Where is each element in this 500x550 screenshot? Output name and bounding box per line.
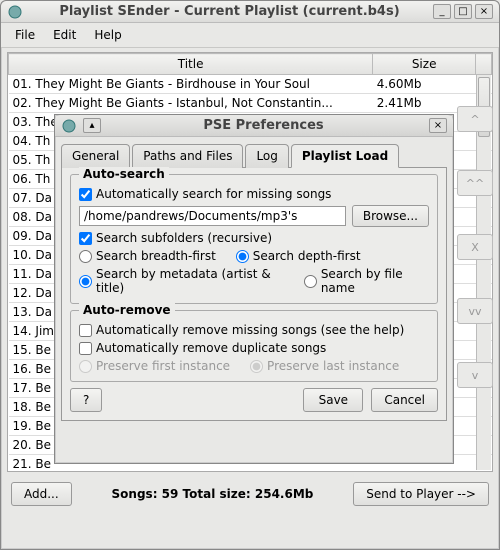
prefs-body: General Paths and Files Log Playlist Loa… xyxy=(55,137,453,427)
move-top-button[interactable]: ^ xyxy=(457,106,493,132)
save-button[interactable]: Save xyxy=(303,388,363,412)
close-button[interactable]: × xyxy=(475,4,493,19)
move-bottom-button[interactable]: v xyxy=(457,362,493,388)
send-button[interactable]: Send to Player --> xyxy=(353,482,489,506)
table-row[interactable]: 01. They Might Be Giants - Birdhouse in … xyxy=(9,75,492,94)
col-header-title[interactable]: Title xyxy=(9,54,373,75)
subfolders-checkbox[interactable] xyxy=(79,232,92,245)
cell-title: 01. They Might Be Giants - Birdhouse in … xyxy=(9,75,373,94)
main-titlebar[interactable]: Playlist SEnder - Current Playlist (curr… xyxy=(1,1,499,23)
tab-log[interactable]: Log xyxy=(245,144,288,168)
subfolders-checkbox-label[interactable]: Search subfolders (recursive) xyxy=(79,231,272,245)
prefs-close-button[interactable]: × xyxy=(429,118,447,133)
group-auto-search: Auto-search Automatically search for mis… xyxy=(70,174,438,304)
reorder-buttons: ^ ^^ X vv v xyxy=(457,106,493,388)
cancel-button[interactable]: Cancel xyxy=(371,388,438,412)
prefs-title: PSE Preferences xyxy=(101,118,426,133)
cell-title: 02. They Might Be Giants - Istanbul, Not… xyxy=(9,94,373,113)
col-header-size[interactable]: Size xyxy=(373,54,476,75)
remove-dup-checkbox[interactable] xyxy=(79,342,92,355)
remove-missing-checkbox[interactable] xyxy=(79,324,92,337)
help-button[interactable]: ? xyxy=(70,388,102,412)
minimize-button[interactable]: _ xyxy=(433,4,451,19)
browse-button[interactable]: Browse... xyxy=(352,205,429,227)
tab-paths[interactable]: Paths and Files xyxy=(132,144,243,168)
menu-help[interactable]: Help xyxy=(86,26,129,44)
tab-panel-playlist: Auto-search Automatically search for mis… xyxy=(61,168,447,421)
remove-missing-checkbox-label[interactable]: Automatically remove missing songs (see … xyxy=(79,323,404,337)
depth-radio[interactable] xyxy=(236,250,249,263)
prefs-shade-button[interactable]: ▴ xyxy=(83,118,101,133)
group-auto-remove: Auto-remove Automatically remove missing… xyxy=(70,310,438,382)
prefs-icon xyxy=(61,118,77,134)
remove-dup-checkbox-label[interactable]: Automatically remove duplicate songs xyxy=(79,341,326,355)
prefs-dialog: ▴ PSE Preferences × General Paths and Fi… xyxy=(54,114,454,464)
bottom-bar: Add... Songs: 59 Total size: 254.6Mb Sen… xyxy=(1,476,499,512)
prefs-titlebar[interactable]: ▴ PSE Preferences × xyxy=(55,115,453,137)
prefs-buttons: ? Save Cancel xyxy=(70,388,438,412)
add-button[interactable]: Add... xyxy=(11,482,72,506)
cell-size: 4.60Mb xyxy=(373,75,476,94)
metadata-radio[interactable] xyxy=(79,275,92,288)
maximize-button[interactable]: □ xyxy=(454,4,472,19)
filename-radio-label[interactable]: Search by file name xyxy=(304,267,429,295)
menu-file[interactable]: File xyxy=(7,26,43,44)
col-header-scroll xyxy=(476,54,492,75)
tab-general[interactable]: General xyxy=(61,144,130,168)
menu-edit[interactable]: Edit xyxy=(45,26,84,44)
table-row[interactable]: 02. They Might Be Giants - Istanbul, Not… xyxy=(9,94,492,113)
auto-search-checkbox[interactable] xyxy=(79,188,92,201)
preserve-last-radio-label: Preserve last instance xyxy=(250,359,399,373)
prefs-tabs: General Paths and Files Log Playlist Loa… xyxy=(61,143,447,168)
preserve-first-radio-label: Preserve first instance xyxy=(79,359,230,373)
depth-radio-label[interactable]: Search depth-first xyxy=(236,249,361,263)
menubar: File Edit Help xyxy=(1,23,499,48)
group-auto-remove-title: Auto-remove xyxy=(79,303,175,317)
breadth-radio-label[interactable]: Search breadth-first xyxy=(79,249,216,263)
auto-search-checkbox-label[interactable]: Automatically search for missing songs xyxy=(79,187,331,201)
tab-playlist-load[interactable]: Playlist Load xyxy=(291,144,399,168)
preserve-first-radio xyxy=(79,360,92,373)
breadth-radio[interactable] xyxy=(79,250,92,263)
delete-button[interactable]: X xyxy=(457,234,493,260)
search-path-input[interactable] xyxy=(79,206,346,226)
move-up-button[interactable]: ^^ xyxy=(457,170,493,196)
group-auto-search-title: Auto-search xyxy=(79,167,169,181)
filename-radio[interactable] xyxy=(304,275,317,288)
window-title: Playlist SEnder - Current Playlist (curr… xyxy=(29,4,430,19)
status-text: Songs: 59 Total size: 254.6Mb xyxy=(82,487,344,501)
app-icon xyxy=(7,4,23,20)
move-down-button[interactable]: vv xyxy=(457,298,493,324)
metadata-radio-label[interactable]: Search by metadata (artist & title) xyxy=(79,267,284,295)
preserve-last-radio xyxy=(250,360,263,373)
